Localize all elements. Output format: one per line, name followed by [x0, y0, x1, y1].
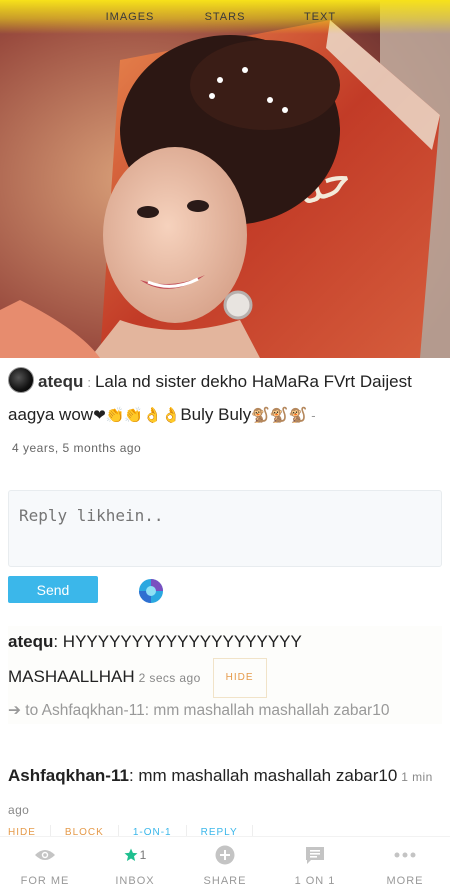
tab-stars[interactable]: STARS: [178, 11, 273, 34]
star-icon: [124, 848, 138, 861]
loading-spinner-icon: [139, 579, 163, 603]
nav-label: SHARE: [203, 875, 247, 887]
post-emojis-end: 🐒🐒🐒: [251, 407, 308, 424]
nav-more[interactable]: MORE: [360, 837, 450, 896]
tab-text[interactable]: TEXT: [273, 11, 368, 34]
nav-label: INBOX: [115, 875, 155, 887]
photo-illustration: حنا: [0, 0, 450, 358]
username-separator: :: [87, 375, 91, 390]
post-image[interactable]: حنا IMAGES STARS TEXT: [0, 0, 450, 358]
reply-username[interactable]: Ashfaqkhan-11: [8, 766, 129, 785]
nav-inbox[interactable]: 1 INBOX: [90, 837, 180, 896]
nav-label: 1 ON 1: [294, 875, 336, 887]
nav-share[interactable]: SHARE: [180, 837, 270, 896]
reply-username[interactable]: atequ: [8, 632, 53, 651]
reply-quote: ➔ to Ashfaqkhan-11: mm mashallah mashall…: [8, 702, 390, 719]
more-dots-icon: [394, 843, 416, 867]
post-text-part2: Buly Buly: [180, 405, 252, 424]
reply-time: 2 secs ago: [138, 671, 201, 685]
hide-button[interactable]: HIDE: [212, 658, 267, 698]
bottom-nav: FOR ME 1 INBOX SHARE 1 ON 1 MORE: [0, 836, 450, 896]
reply-item: Ashfaqkhan-11: mm mashallah mashallah za…: [8, 766, 433, 817]
post-content: atequ: Lala nd sister dekho HaMaRa FVrt D…: [8, 366, 444, 432]
reply-text: mm mashallah mashallah zabar10: [138, 766, 398, 785]
top-tab-bar: IMAGES STARS TEXT: [0, 0, 450, 34]
nav-label: MORE: [386, 875, 424, 887]
post-username[interactable]: atequ: [38, 372, 83, 391]
post-trailing: -: [311, 408, 316, 423]
send-button[interactable]: Send: [8, 576, 98, 603]
chat-icon: [305, 843, 325, 867]
post-emojis-mid: ❤👏👏👌👌: [93, 407, 181, 424]
tab-images[interactable]: IMAGES: [83, 11, 178, 34]
avatar[interactable]: [8, 367, 34, 393]
nav-label: FOR ME: [20, 875, 70, 887]
post-time: 4 years, 5 months ago: [12, 441, 142, 455]
nav-for-me[interactable]: FOR ME: [0, 837, 90, 896]
plus-circle-icon: [215, 843, 235, 867]
inbox-badge: 1: [139, 848, 147, 862]
reply-item: atequ: HYYYYYYYYYYYYYYYYYYYY MASHAALLHAH…: [8, 626, 442, 724]
eye-icon: [34, 843, 56, 867]
reply-input[interactable]: [8, 490, 442, 567]
nav-one-on-one[interactable]: 1 ON 1: [270, 837, 360, 896]
